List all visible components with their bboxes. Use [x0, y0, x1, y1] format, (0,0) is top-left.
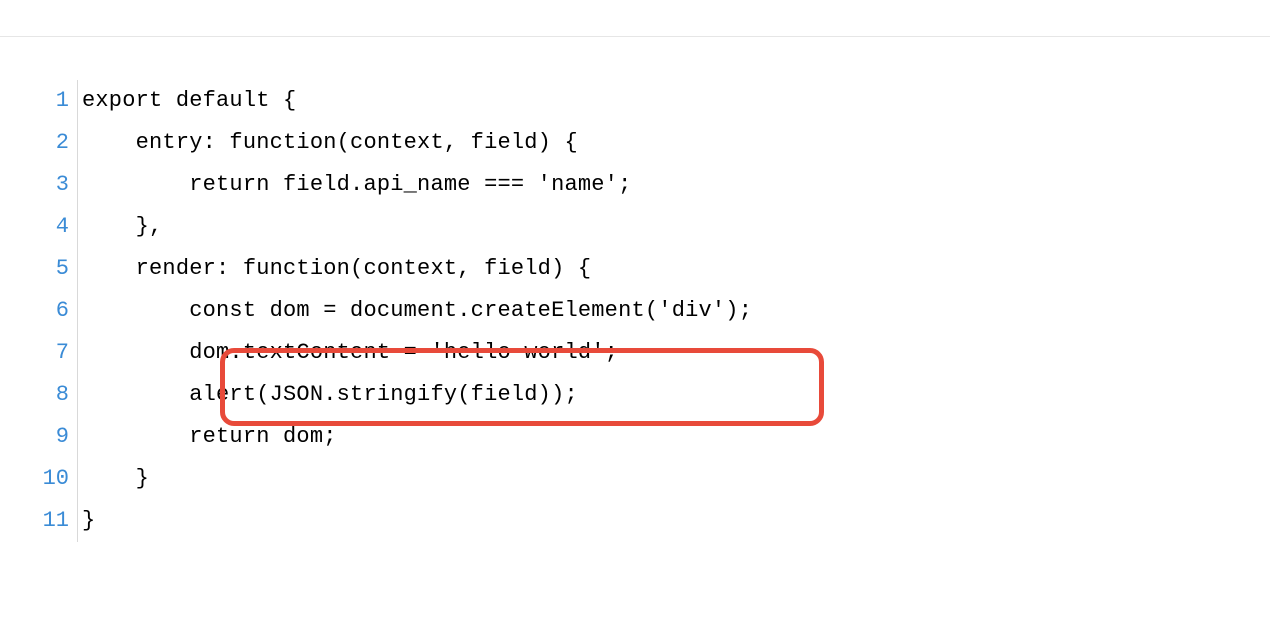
line-number: 3	[30, 164, 77, 206]
code-line: },	[82, 206, 1240, 248]
line-number: 6	[30, 290, 77, 332]
code-line: dom.textContent = 'hello world';	[82, 332, 1240, 374]
line-number: 10	[30, 458, 77, 500]
line-number-gutter: 1 2 3 4 5 6 7 8 9 10 11	[30, 80, 78, 542]
code-line: alert(JSON.stringify(field));	[82, 374, 1240, 416]
top-separator	[0, 36, 1270, 37]
code-content[interactable]: export default { entry: function(context…	[82, 80, 1240, 542]
line-number: 1	[30, 80, 77, 122]
code-line: entry: function(context, field) {	[82, 122, 1240, 164]
line-number: 11	[30, 500, 77, 542]
code-line: const dom = document.createElement('div'…	[82, 290, 1240, 332]
line-number: 9	[30, 416, 77, 458]
code-line: return dom;	[82, 416, 1240, 458]
code-line: export default {	[82, 80, 1240, 122]
line-number: 4	[30, 206, 77, 248]
code-line: }	[82, 458, 1240, 500]
line-number: 8	[30, 374, 77, 416]
line-number: 2	[30, 122, 77, 164]
line-number: 7	[30, 332, 77, 374]
code-line: return field.api_name === 'name';	[82, 164, 1240, 206]
code-line: }	[82, 500, 1240, 542]
line-number: 5	[30, 248, 77, 290]
code-line: render: function(context, field) {	[82, 248, 1240, 290]
